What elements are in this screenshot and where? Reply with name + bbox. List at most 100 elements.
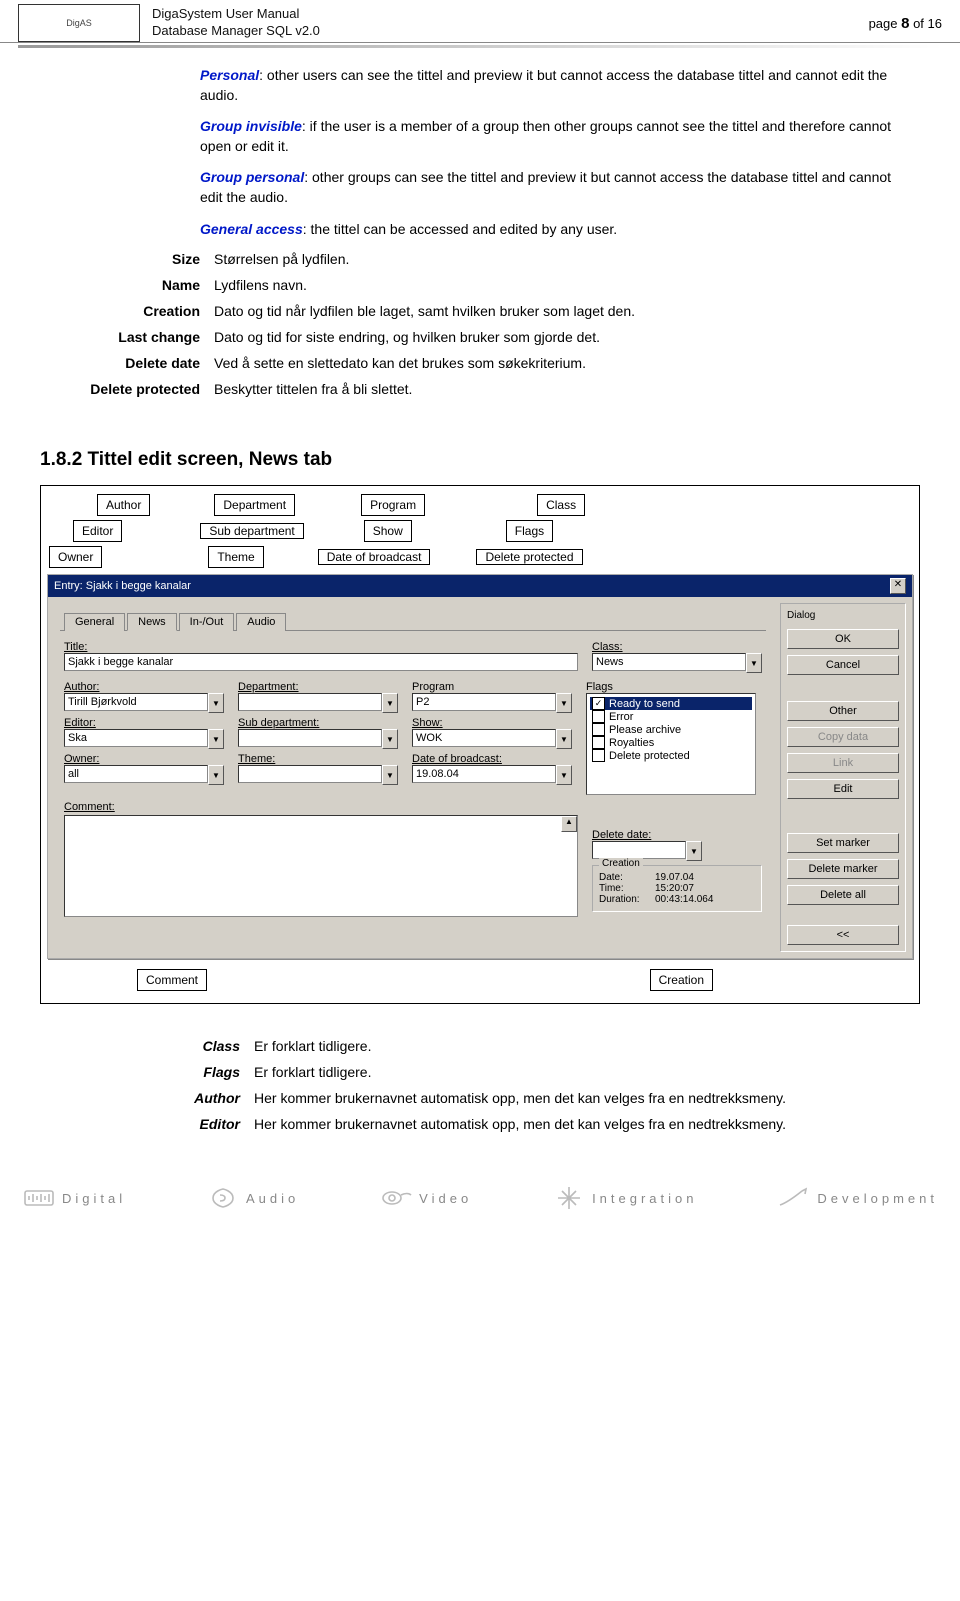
chevron-down-icon[interactable]: ▼ bbox=[208, 729, 224, 749]
checkbox-icon[interactable] bbox=[592, 749, 605, 762]
dob-combo[interactable]: 19.08.04▼ bbox=[412, 765, 572, 785]
program-label: Program bbox=[412, 681, 572, 693]
dialog-button-panel: Dialog OK Cancel Other Copy data Link Ed… bbox=[780, 603, 906, 952]
chevron-down-icon[interactable]: ▼ bbox=[556, 729, 572, 749]
creation-date: 19.07.04 bbox=[655, 872, 694, 883]
def-term-author: Author bbox=[80, 1090, 254, 1106]
flag-ready-to-send[interactable]: ✓Ready to send bbox=[590, 697, 752, 710]
department-label: Department: bbox=[238, 681, 398, 693]
scroll-up-icon[interactable]: ▲ bbox=[561, 816, 577, 832]
footer-integration: Integration bbox=[552, 1186, 697, 1210]
def-row: Delete dateVed å sette en slettedato kan… bbox=[40, 355, 902, 371]
checkbox-icon[interactable] bbox=[592, 710, 605, 723]
set-marker-button[interactable]: Set marker bbox=[787, 833, 899, 853]
def-term-flags: Flags bbox=[80, 1064, 254, 1080]
delete-all-button[interactable]: Delete all bbox=[787, 885, 899, 905]
tab-audio[interactable]: Audio bbox=[236, 613, 286, 631]
other-button[interactable]: Other bbox=[787, 701, 899, 721]
development-icon bbox=[777, 1186, 811, 1210]
digital-icon bbox=[22, 1186, 56, 1210]
def-row: CreationDato og tid når lydfilen ble lag… bbox=[40, 303, 902, 319]
chevron-down-icon[interactable]: ▼ bbox=[556, 765, 572, 785]
callout-author: Author bbox=[97, 494, 150, 516]
def-row: FlagsEr forklart tidligere. bbox=[80, 1064, 902, 1080]
delete-date-label: Delete date: bbox=[592, 829, 762, 841]
def-term-class: Class bbox=[80, 1038, 254, 1054]
access-modes-description: Personal: other users can see the tittel… bbox=[200, 66, 902, 239]
chevron-down-icon[interactable]: ▼ bbox=[382, 693, 398, 713]
copy-data-button[interactable]: Copy data bbox=[787, 727, 899, 747]
flag-please-archive[interactable]: Please archive bbox=[590, 723, 752, 736]
dialog-label: Dialog bbox=[787, 610, 899, 621]
footer-development: Development bbox=[777, 1186, 938, 1210]
news-tab-diagram: Author Department Program Class Editor S… bbox=[40, 485, 920, 1004]
edit-button[interactable]: Edit bbox=[787, 779, 899, 799]
window-titlebar[interactable]: Entry: Sjakk i begge kanalar ✕ bbox=[48, 575, 912, 597]
checkbox-icon[interactable]: ✓ bbox=[592, 697, 605, 710]
close-icon[interactable]: ✕ bbox=[890, 578, 906, 594]
link-button[interactable]: Link bbox=[787, 753, 899, 773]
flags-listbox[interactable]: ✓Ready to send Error Please archive Roya… bbox=[586, 693, 756, 795]
dob-label: Date of broadcast: bbox=[412, 753, 572, 765]
author-combo[interactable]: Tirill Bjørkvold▼ bbox=[64, 693, 224, 713]
def-row: Delete protectedBeskytter tittelen fra å… bbox=[40, 381, 902, 397]
callout-sub-department: Sub department bbox=[200, 523, 303, 539]
checkbox-icon[interactable] bbox=[592, 736, 605, 749]
chevron-down-icon[interactable]: ▼ bbox=[382, 729, 398, 749]
video-icon bbox=[379, 1186, 413, 1210]
manual-title: DigaSystem User Manual Database Manager … bbox=[152, 6, 869, 40]
integration-icon bbox=[552, 1186, 586, 1210]
chevron-down-icon[interactable]: ▼ bbox=[686, 841, 702, 861]
subdept-combo[interactable]: ▼ bbox=[238, 729, 398, 749]
tab-strip: General News In-/Out Audio bbox=[60, 609, 766, 631]
document-header: DigAS DigaSystem User Manual Database Ma… bbox=[0, 0, 960, 43]
callout-editor: Editor bbox=[73, 520, 122, 542]
department-combo[interactable]: ▼ bbox=[238, 693, 398, 713]
callout-creation: Creation bbox=[650, 969, 713, 991]
def-term-creation: Creation bbox=[40, 303, 214, 319]
def-row: Last changeDato og tid for siste endring… bbox=[40, 329, 902, 345]
chevron-down-icon[interactable]: ▼ bbox=[382, 765, 398, 785]
tab-general[interactable]: General bbox=[64, 613, 125, 631]
theme-combo[interactable]: ▼ bbox=[238, 765, 398, 785]
editor-combo[interactable]: Ska▼ bbox=[64, 729, 224, 749]
callout-department: Department bbox=[214, 494, 295, 516]
chevron-down-icon[interactable]: ▼ bbox=[208, 693, 224, 713]
owner-combo[interactable]: all▼ bbox=[64, 765, 224, 785]
editor-label: Editor: bbox=[64, 717, 224, 729]
chevron-down-icon[interactable]: ▼ bbox=[556, 693, 572, 713]
class-combo[interactable]: News ▼ bbox=[592, 653, 762, 673]
def-term-delete-date: Delete date bbox=[40, 355, 214, 371]
tab-news[interactable]: News bbox=[127, 613, 177, 631]
checkbox-icon[interactable] bbox=[592, 723, 605, 736]
audio-icon bbox=[206, 1186, 240, 1210]
callout-owner: Owner bbox=[49, 546, 102, 568]
ok-button[interactable]: OK bbox=[787, 629, 899, 649]
flag-error[interactable]: Error bbox=[590, 710, 752, 723]
delete-marker-button[interactable]: Delete marker bbox=[787, 859, 899, 879]
group-personal-desc: Group personal: other groups can see the… bbox=[200, 168, 902, 207]
comment-textarea[interactable]: ▲ bbox=[64, 815, 578, 917]
form-area: General News In-/Out Audio Title: Sjakk … bbox=[54, 603, 772, 952]
tab-in-out[interactable]: In-/Out bbox=[179, 613, 235, 631]
page-footer: Digital Audio Video Integration Developm… bbox=[22, 1186, 938, 1210]
cancel-button[interactable]: Cancel bbox=[787, 655, 899, 675]
group-invisible-desc: Group invisible: if the user is a member… bbox=[200, 117, 902, 156]
author-label: Author: bbox=[64, 681, 224, 693]
back-button[interactable]: << bbox=[787, 925, 899, 945]
callout-class: Class bbox=[537, 494, 585, 516]
program-combo[interactable]: P2▼ bbox=[412, 693, 572, 713]
footer-audio: Audio bbox=[206, 1186, 299, 1210]
flag-delete-protected[interactable]: Delete protected bbox=[590, 749, 752, 762]
def-term-size: Size bbox=[40, 251, 214, 267]
owner-label: Owner: bbox=[64, 753, 224, 765]
show-combo[interactable]: WOK▼ bbox=[412, 729, 572, 749]
class-label: Class: bbox=[592, 641, 762, 653]
title-input[interactable]: Sjakk i begge kanalar bbox=[64, 653, 578, 671]
creation-duration: 00:43:14.064 bbox=[655, 894, 713, 905]
flag-royalties[interactable]: Royalties bbox=[590, 736, 752, 749]
field-definitions-2: ClassEr forklart tidligere. FlagsEr fork… bbox=[80, 1038, 902, 1132]
chevron-down-icon[interactable]: ▼ bbox=[746, 653, 762, 673]
title-label: Title: bbox=[64, 641, 578, 653]
chevron-down-icon[interactable]: ▼ bbox=[208, 765, 224, 785]
